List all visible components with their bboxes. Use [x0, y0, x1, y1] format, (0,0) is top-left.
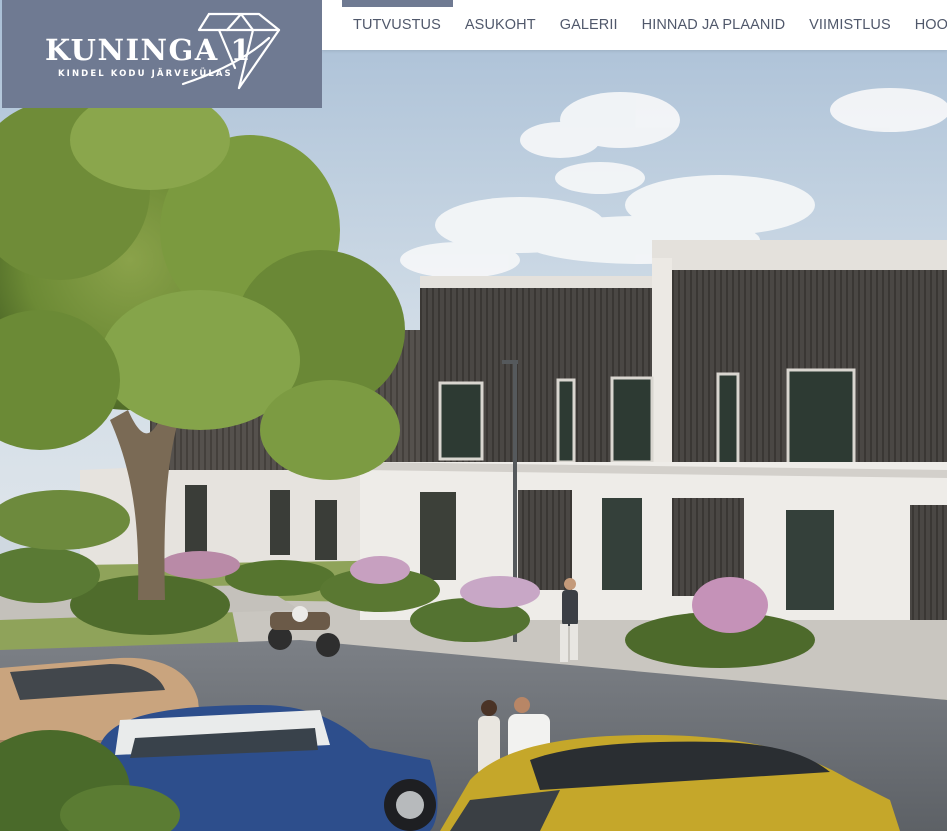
- nav-item-label: HINNAD JA PLAANID: [641, 17, 786, 33]
- top-navigation-bar: TUTVUSTUS ASUKOHT GALERII HINNAD JA PLAA…: [322, 0, 947, 50]
- nav-item-hoones[interactable]: HOONES: [903, 0, 947, 50]
- nav-item-hinnad-ja-plaanid[interactable]: HINNAD JA PLAANID: [630, 0, 798, 50]
- nav-item-galerii[interactable]: GALERII: [548, 0, 630, 50]
- nav-item-asukoht[interactable]: ASUKOHT: [453, 0, 548, 50]
- site-logo[interactable]: KUNINGA 1 KINDEL KODU JÄRVEKÜLAS: [2, 0, 322, 108]
- nav-item-tutvustus[interactable]: TUTVUSTUS: [322, 0, 453, 50]
- diamond-icon: [181, 12, 281, 90]
- nav-item-label: VIIMISTLUS: [809, 17, 891, 33]
- hero-image: [0, 0, 947, 831]
- nav-item-label: TUTVUSTUS: [353, 17, 441, 33]
- nav-item-label: ASUKOHT: [464, 17, 536, 33]
- page: TUTVUSTUS ASUKOHT GALERII HINNAD JA PLAA…: [0, 0, 947, 831]
- nav-item-label: HOONES: [914, 17, 947, 33]
- nav-item-label: GALERII: [559, 17, 618, 33]
- nav-item-viimistlus[interactable]: VIIMISTLUS: [797, 0, 903, 50]
- main-nav: TUTVUSTUS ASUKOHT GALERII HINNAD JA PLAA…: [322, 0, 947, 50]
